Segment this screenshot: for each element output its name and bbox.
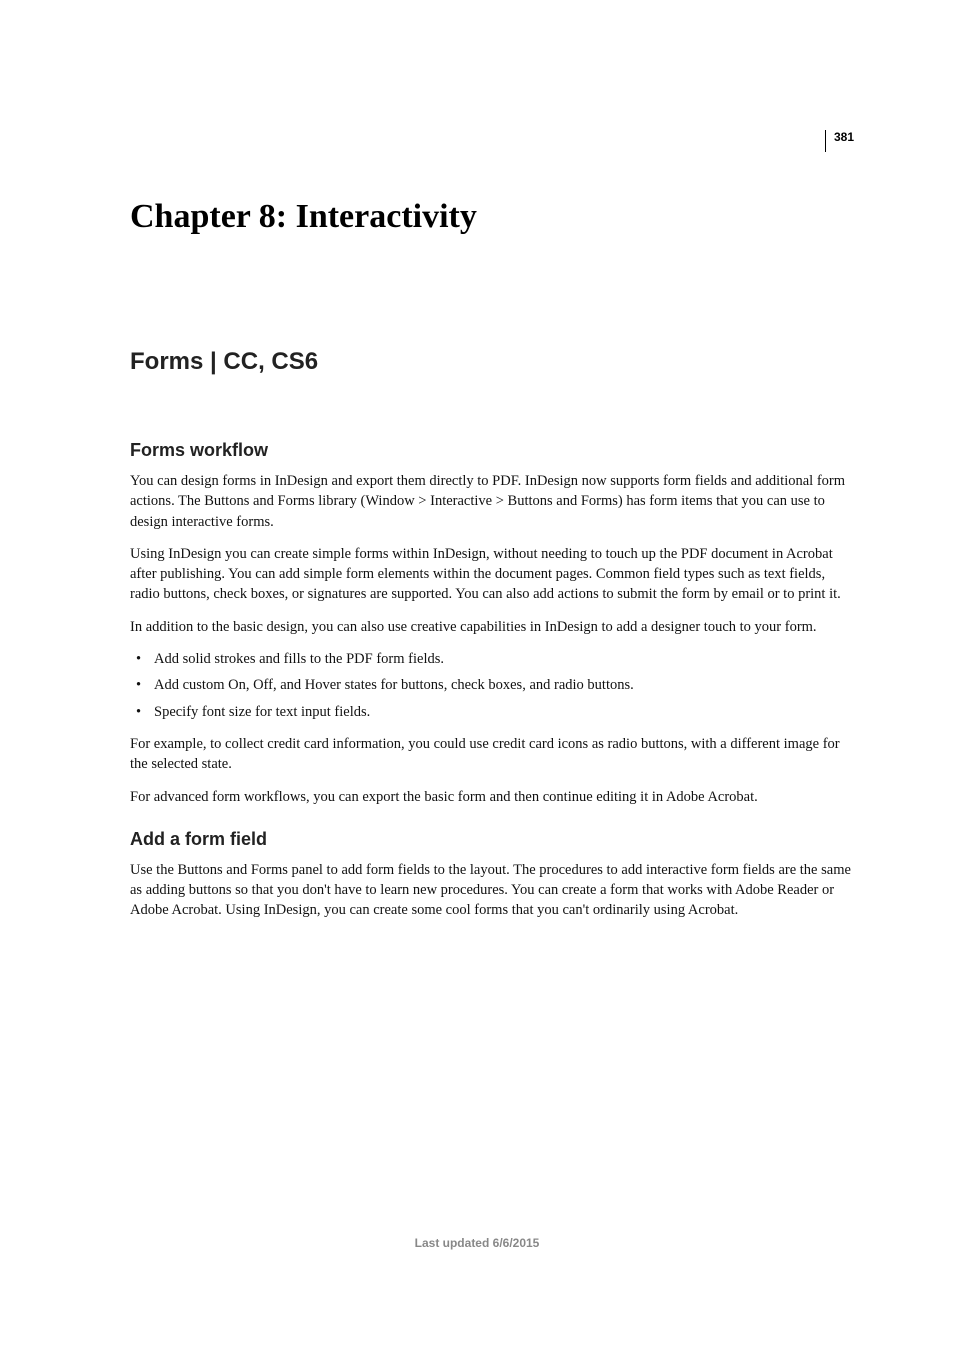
paragraph: You can design forms in InDesign and exp… [130,471,854,532]
subsection-title: Add a form field [130,829,854,850]
list-item: Add solid strokes and fills to the PDF f… [130,649,854,669]
subsection-title: Forms workflow [130,440,854,461]
subsection-add-form-field: Add a form field Use the Buttons and For… [130,829,854,921]
footer-last-updated: Last updated 6/6/2015 [0,1236,954,1250]
paragraph: Use the Buttons and Forms panel to add f… [130,860,854,921]
page-content: Chapter 8: Interactivity Forms | CC, CS6… [0,0,954,921]
section-title: Forms | CC, CS6 [130,348,854,376]
list-item: Specify font size for text input fields. [130,702,854,722]
bullet-list: Add solid strokes and fills to the PDF f… [130,649,854,722]
chapter-title: Chapter 8: Interactivity [130,198,854,236]
list-item: Add custom On, Off, and Hover states for… [130,675,854,695]
subsection-forms-workflow: Forms workflow You can design forms in I… [130,440,854,807]
paragraph: Using InDesign you can create simple for… [130,544,854,605]
paragraph: For example, to collect credit card info… [130,734,854,775]
paragraph: For advanced form workflows, you can exp… [130,787,854,807]
paragraph: In addition to the basic design, you can… [130,617,854,637]
page-number: 381 [825,130,854,152]
